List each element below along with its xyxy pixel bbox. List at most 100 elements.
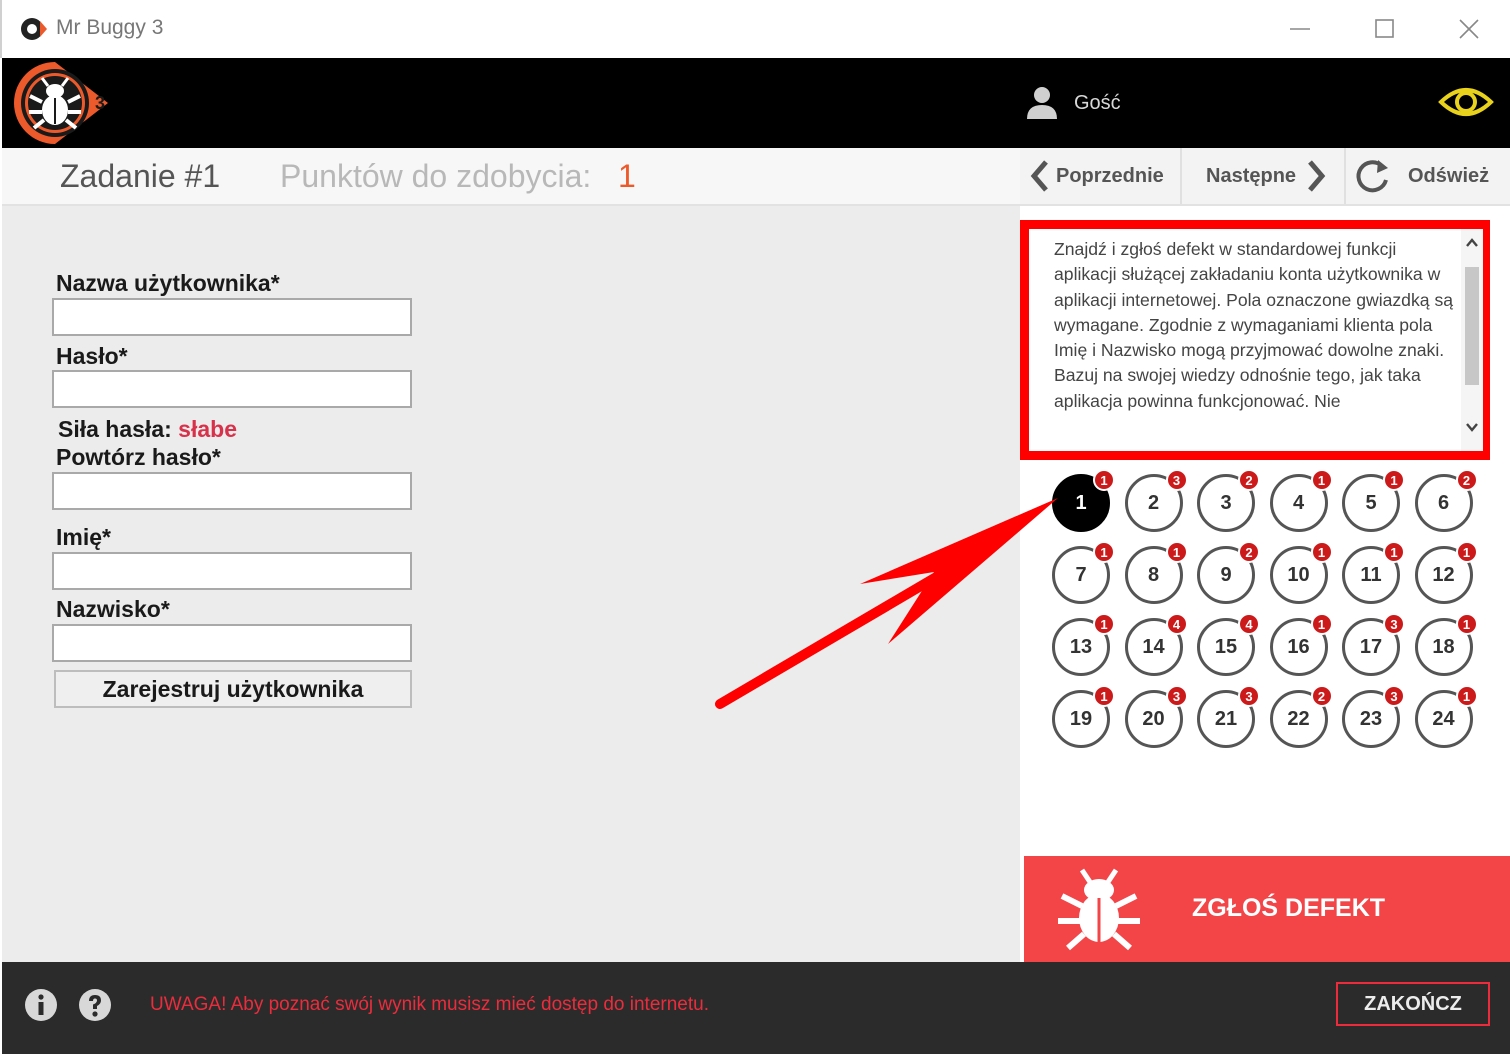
window-title: Mr Buggy 3 <box>56 16 164 39</box>
task-button-7[interactable]: 71 <box>1052 541 1115 604</box>
task-button-18[interactable]: 18 1 <box>1414 613 1478 676</box>
task-number: 2 <box>1147 491 1160 514</box>
task-number: 18 <box>1432 635 1455 658</box>
task-header: Zadanie #1 Punktów do zdobycia: 1 <box>2 148 1020 206</box>
task-button-23[interactable]: 23 3 <box>1342 685 1405 748</box>
task-number: 6 <box>1437 491 1450 514</box>
task-panel: Znajdź i zgłoś defekt w standardowej fun… <box>1020 206 1510 962</box>
maximize-button[interactable] <box>1364 10 1404 48</box>
app-icon <box>21 18 47 40</box>
description-scrollbar[interactable] <box>1461 229 1483 451</box>
register-button[interactable]: Zarejestruj użytkownika <box>54 670 412 708</box>
bug-logo-icon: 3 <box>14 62 108 144</box>
report-defect-label: ZGŁOŚ DEFEKT <box>1192 894 1386 922</box>
task-badge: 1 <box>1455 685 1478 707</box>
password-input[interactable] <box>52 370 412 408</box>
task-badge: 1 <box>1310 613 1333 635</box>
task-button-22[interactable]: 22 2 <box>1269 685 1333 748</box>
refresh-button[interactable]: Odśwież <box>1348 148 1510 204</box>
task-button-17[interactable]: 17 3 <box>1342 613 1405 676</box>
task-number: 14 <box>1142 635 1165 658</box>
task-button-8[interactable]: 81 <box>1124 541 1188 604</box>
task-button-19[interactable]: 19 1 <box>1052 685 1115 748</box>
eye-icon[interactable] <box>1438 82 1494 122</box>
task-button-16[interactable]: 16 1 <box>1269 613 1333 676</box>
task-button-5[interactable]: 51 <box>1342 469 1405 532</box>
task-number: 15 <box>1214 635 1238 658</box>
task-number: 24 <box>1432 707 1455 730</box>
task-button-15[interactable]: 15 4 <box>1197 613 1260 676</box>
task-button-13[interactable]: 13 1 <box>1052 613 1115 676</box>
close-icon <box>1459 19 1479 39</box>
task-number: 19 <box>1069 707 1093 730</box>
firstname-input[interactable] <box>52 552 412 590</box>
task-number: 21 <box>1214 707 1238 730</box>
info-icon[interactable] <box>24 988 58 1022</box>
task-button-14[interactable]: 14 4 <box>1124 613 1188 676</box>
task-badge: 3 <box>1238 685 1260 707</box>
task-badge: 1 <box>1310 541 1333 563</box>
password-strength: Siła hasła: słabe <box>58 416 237 443</box>
task-badge: 2 <box>1238 469 1260 491</box>
task-grid: 1 1 2 3 3 2 4 1 5 1 6 2 7 1 8 1 9 2 10 1 11 1 12 1 13 1 14 4 15 4 16 1 1… <box>1052 469 1492 764</box>
help-icon[interactable] <box>78 988 112 1022</box>
task-number: 8 <box>1147 563 1160 586</box>
previous-label: Poprzednie <box>1056 164 1164 187</box>
username-label: Nazwa użytkownika* <box>56 270 280 296</box>
report-defect-button[interactable]: ZGŁOŚ DEFEKT <box>1024 856 1510 962</box>
task-number: 10 <box>1287 563 1310 586</box>
password-strength-label: Siła hasła: <box>58 416 172 442</box>
task-number: 4 <box>1292 491 1305 514</box>
task-number: 9 <box>1220 563 1232 586</box>
task-number: 12 <box>1432 563 1455 586</box>
scroll-thumb[interactable] <box>1465 267 1479 385</box>
task-button-6[interactable]: 62 <box>1414 469 1478 532</box>
close-button[interactable] <box>1449 10 1489 48</box>
app-footer: UWAGA! Aby poznać swój wynik musisz mieć… <box>2 962 1510 1054</box>
task-number: 22 <box>1287 707 1310 730</box>
maximize-icon <box>1375 19 1394 38</box>
task-badge: 4 <box>1238 613 1260 635</box>
task-button-3[interactable]: 32 <box>1197 469 1260 532</box>
task-button-21[interactable]: 21 3 <box>1197 685 1260 748</box>
previous-button[interactable]: Poprzednie <box>1026 148 1182 204</box>
password-label: Hasło* <box>56 343 128 369</box>
task-description-box: Znajdź i zgłoś defekt w standardowej fun… <box>1020 220 1490 460</box>
task-button-24[interactable]: 24 1 <box>1414 685 1478 748</box>
task-badge: 3 <box>1383 685 1405 707</box>
task-number: 23 <box>1359 707 1383 730</box>
minimize-icon <box>1290 28 1310 30</box>
next-button[interactable]: Następne <box>1184 148 1346 204</box>
points-value: 1 <box>618 158 636 194</box>
user-name[interactable]: Gość <box>1074 92 1121 115</box>
task-button-20[interactable]: 20 3 <box>1124 685 1188 748</box>
bug-icon <box>1058 868 1140 951</box>
minimize-button[interactable] <box>1280 10 1320 48</box>
repeat-password-input[interactable] <box>52 472 412 510</box>
task-navigation: Poprzednie Następne Odśwież <box>1020 148 1510 206</box>
task-button-9[interactable]: 92 <box>1197 541 1260 604</box>
task-number: 7 <box>1075 563 1087 586</box>
username-input[interactable] <box>52 298 412 336</box>
user-icon <box>1027 87 1057 119</box>
task-number: 1 <box>1075 491 1087 514</box>
task-badge: 1 <box>1093 469 1115 491</box>
task-badge: 3 <box>1383 613 1405 635</box>
lastname-input[interactable] <box>52 624 412 662</box>
scroll-up-icon[interactable] <box>1464 235 1480 251</box>
scroll-down-icon[interactable] <box>1464 419 1480 435</box>
task-badge: 1 <box>1455 613 1478 635</box>
finish-button[interactable]: ZAKOŃCZ <box>1336 982 1490 1026</box>
task-badge: 2 <box>1455 469 1478 491</box>
task-description: Znajdź i zgłoś defekt w standardowej fun… <box>1054 239 1454 411</box>
task-badge: 4 <box>1165 613 1188 635</box>
task-button-1[interactable]: 11 <box>1052 469 1115 532</box>
internet-warning: UWAGA! Aby poznać swój wynik musisz mieć… <box>150 994 709 1015</box>
task-button-12[interactable]: 12 1 <box>1414 541 1478 604</box>
task-button-4[interactable]: 41 <box>1269 469 1333 532</box>
task-button-10[interactable]: 10 1 <box>1269 541 1333 604</box>
task-button-2[interactable]: 23 <box>1124 469 1188 532</box>
task-title: Zadanie #1 <box>60 158 221 194</box>
task-button-11[interactable]: 11 1 <box>1342 541 1405 604</box>
chevron-left-icon <box>1030 160 1048 192</box>
